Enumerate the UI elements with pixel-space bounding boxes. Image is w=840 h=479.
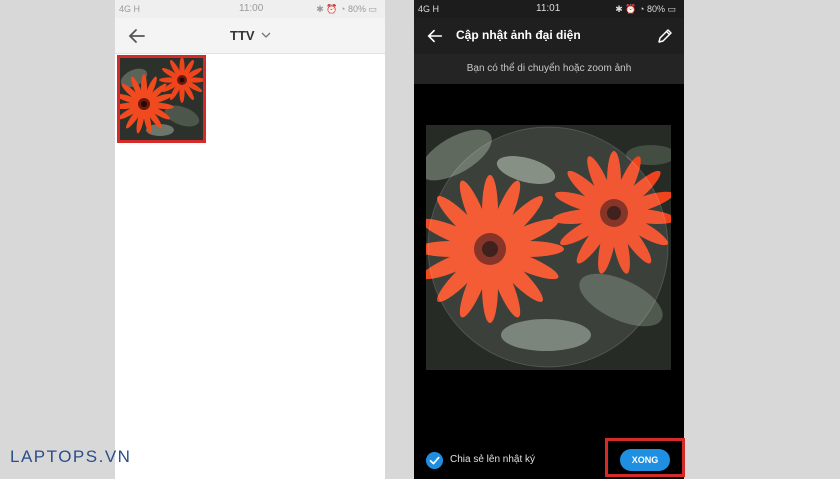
left-phone-screen: 4G H 11:00 ✱ ⏰ ◔ 80% ▭ TTV [115,0,385,479]
watermark-logo: LAPTOPS.VN [10,447,132,466]
battery-percent: 80% [646,4,665,14]
share-checkbox[interactable] [426,452,443,469]
flower-photo-thumbnail [120,58,203,140]
signal-indicator: 4G H [119,4,141,14]
pencil-icon[interactable] [656,27,674,45]
editor-header: Cập nhật ảnh đại diện [414,18,684,54]
back-arrow-icon[interactable] [127,26,147,46]
done-button-highlight: XONG [605,438,685,477]
photo-thumbnail-selected[interactable] [117,55,206,143]
flower-photo [426,125,671,370]
status-bar: 4G H 11:01 ✱ ⏰ ◔ 80% ▭ [414,0,684,18]
battery-indicator: ✱ ⏰ ◔ 80% ▭ [316,4,377,14]
done-button[interactable]: XONG [620,449,670,471]
page-title: Cập nhật ảnh đại diện [456,28,581,42]
screenshot-stage: 4G H 11:00 ✱ ⏰ ◔ 80% ▭ TTV 4G H 11:01 ✱ … [0,0,840,479]
chevron-down-icon[interactable] [261,30,271,40]
bottom-actions: Chia sẻ lên nhật ký XONG [414,438,685,479]
back-arrow-icon[interactable] [426,27,444,45]
album-title[interactable]: TTV [230,28,255,43]
status-bar: 4G H 11:00 ✱ ⏰ ◔ 80% ▭ [115,0,385,18]
right-phone-screen: 4G H 11:01 ✱ ⏰ ◔ 80% ▭ Cập nhật ảnh đại … [414,0,685,479]
album-header: TTV [115,18,385,54]
battery-percent: 80% [347,4,366,14]
status-time: 11:00 [239,3,264,14]
crop-area[interactable] [426,125,671,370]
status-time: 11:01 [536,3,561,14]
battery-indicator: ✱ ⏰ ◔ 80% ▭ [615,4,676,14]
signal-indicator: 4G H [418,4,440,14]
crop-hint: Bạn có thể di chuyển hoặc zoom ảnh [414,54,684,84]
share-to-timeline-label[interactable]: Chia sẻ lên nhật ký [450,454,535,465]
